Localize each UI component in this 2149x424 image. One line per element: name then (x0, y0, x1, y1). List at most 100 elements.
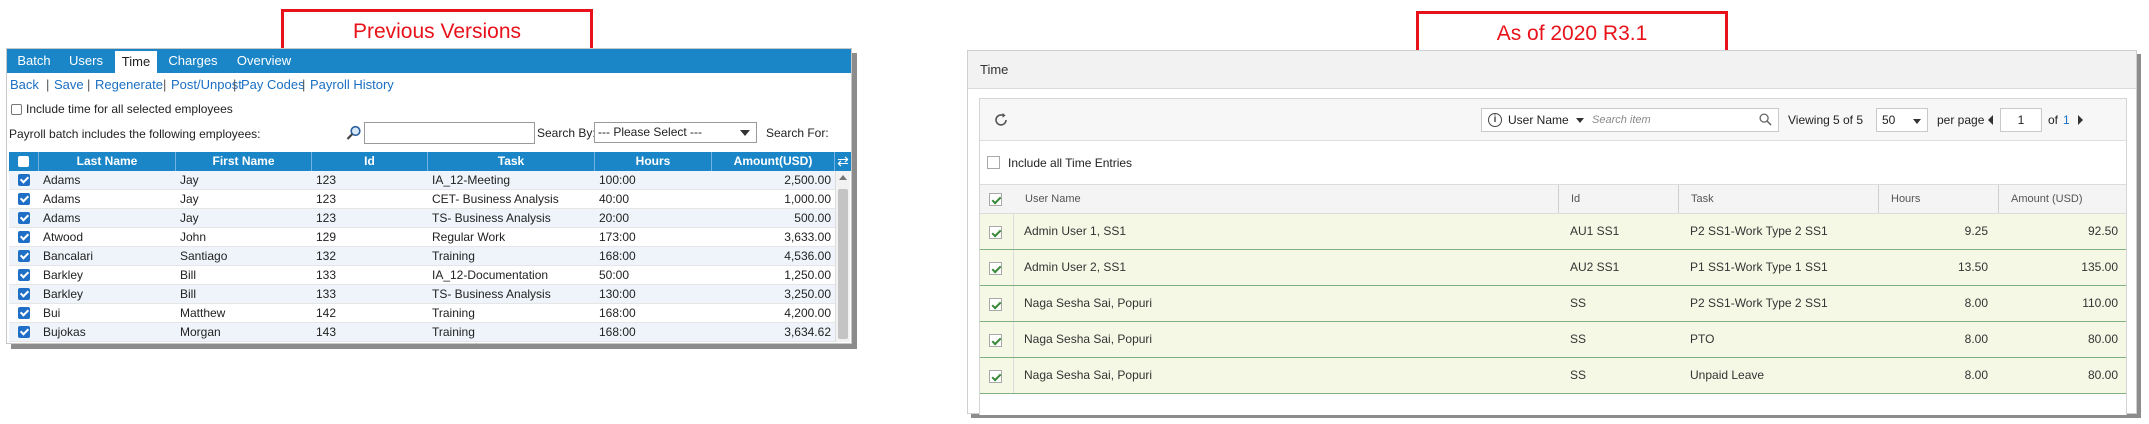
column-divider (1013, 358, 1014, 393)
row-checkbox[interactable] (18, 193, 30, 205)
cell-id: SS (1570, 368, 1587, 382)
column-header-last-name[interactable]: Last Name (39, 152, 176, 171)
search-box[interactable]: i User Name Search item (1481, 108, 1779, 132)
cell-id: 142 (316, 306, 337, 320)
column-divider (1013, 250, 1014, 285)
table-row[interactable]: Admin User 2, SS1 AU2 SS1 P1 SS1-Work Ty… (980, 250, 2126, 286)
row-checkbox[interactable] (18, 307, 30, 319)
chevron-down-icon[interactable] (1576, 118, 1584, 123)
column-header-hours[interactable]: Hours (1878, 185, 1998, 213)
row-checkbox[interactable] (989, 298, 1002, 311)
cell-id: 123 (316, 173, 337, 187)
table-row[interactable]: Naga Sesha Sai, Popuri SS Unpaid Leave 8… (980, 358, 2126, 394)
cell-first-name: Jay (180, 192, 199, 206)
row-checkbox[interactable] (18, 288, 30, 300)
next-page-icon[interactable] (2078, 115, 2083, 125)
post-unpost-link[interactable]: Post/Unpost (171, 77, 242, 92)
row-checkbox[interactable] (18, 174, 30, 186)
include-all-time-checkbox[interactable] (11, 104, 22, 115)
search-by-select[interactable]: --- Please Select --- (594, 122, 757, 143)
table-row[interactable]: Bancalari Santiago 132 Training 168:00 4… (9, 247, 835, 266)
page-size-select[interactable]: 50 (1876, 108, 1928, 132)
cell-user-name: Naga Sesha Sai, Popuri (1024, 368, 1153, 382)
row-checkbox[interactable] (989, 370, 1002, 383)
search-icon[interactable] (346, 125, 362, 141)
old-tab-bar: Batch Users Time Charges Overview (7, 49, 851, 73)
table-row[interactable]: Adams Jay 123 TS- Business Analysis 20:0… (9, 209, 835, 228)
table-row[interactable]: Barkley Bill 133 TS- Business Analysis 1… (9, 285, 835, 304)
regenerate-link[interactable]: Regenerate (95, 77, 163, 92)
column-divider (1013, 286, 1014, 321)
column-header-amount[interactable]: Amount (USD) (1998, 185, 2126, 213)
table-row[interactable]: Barkley Bill 133 IA_12-Documentation 50:… (9, 266, 835, 285)
viewing-range: 5 of 5 (1833, 113, 1864, 127)
panel-title: Time (980, 62, 1009, 77)
column-header-id[interactable]: Id (312, 152, 428, 171)
time-grid-container: i User Name Search item Viewing 5 of 5 5… (979, 98, 2127, 415)
cell-task: Unpaid Leave (1690, 368, 1765, 382)
include-all-entries-checkbox[interactable] (987, 156, 1000, 169)
table-row[interactable]: Naga Sesha Sai, Popuri SS PTO 8.00 80.00 (980, 322, 2126, 358)
column-header-id[interactable]: Id (1558, 185, 1678, 213)
info-icon[interactable]: i (1488, 113, 1502, 127)
refresh-icon[interactable] (992, 111, 1010, 129)
row-checkbox[interactable] (989, 226, 1002, 239)
cell-task: TS- Business Analysis (432, 211, 551, 225)
table-row[interactable]: Adams Jay 123 CET- Business Analysis 40:… (9, 190, 835, 209)
payroll-history-link[interactable]: Payroll History (310, 77, 394, 92)
row-checkbox[interactable] (18, 212, 30, 224)
tab-overview[interactable]: Overview (229, 49, 299, 73)
row-checkbox[interactable] (18, 326, 30, 338)
pay-codes-link[interactable]: Pay Codes (241, 77, 305, 92)
select-all-header (9, 152, 39, 171)
cell-id: 133 (316, 268, 337, 282)
search-icon[interactable] (1759, 113, 1772, 126)
column-header-task[interactable]: Task (1678, 185, 1878, 213)
tab-users[interactable]: Users (63, 49, 109, 73)
column-header-user-name[interactable]: User Name (1013, 185, 1402, 213)
cell-hours: 50:00 (599, 268, 630, 282)
scroll-up-icon[interactable] (839, 175, 847, 180)
cell-id: SS (1570, 332, 1587, 346)
row-checkbox[interactable] (18, 250, 30, 262)
scrollbar-thumb[interactable] (838, 189, 848, 339)
previous-page-icon[interactable] (1988, 115, 1993, 125)
search-field-selector[interactable]: User Name (1508, 109, 1569, 131)
vertical-scrollbar[interactable] (835, 171, 850, 342)
table-row[interactable]: Bujokas Morgan 143 Training 168:00 3,634… (9, 323, 835, 342)
tab-charges[interactable]: Charges (163, 49, 223, 73)
row-checkbox[interactable] (989, 262, 1002, 275)
column-header-amount[interactable]: Amount(USD) (712, 152, 835, 171)
page-number-input[interactable]: 1 (2000, 108, 2042, 132)
column-header-first-name[interactable]: First Name (176, 152, 312, 171)
panel-header: Time (968, 51, 2136, 89)
tab-time[interactable]: Time (115, 51, 157, 73)
search-by-label: Search By: (537, 126, 596, 140)
column-header-hours[interactable]: Hours (595, 152, 712, 171)
table-row[interactable]: Atwood John 129 Regular Work 173:00 3,63… (9, 228, 835, 247)
cell-amount: 3,633.00 (784, 230, 831, 244)
search-text-input[interactable] (364, 122, 535, 144)
back-link[interactable]: Back (10, 77, 39, 92)
table-row[interactable]: Bui Matthew 142 Training 168:00 4,200.00 (9, 304, 835, 323)
cell-task: Training (432, 249, 475, 263)
link-separator: | (233, 77, 237, 92)
cell-id: AU1 SS1 (1570, 224, 1620, 238)
row-checkbox[interactable] (989, 334, 1002, 347)
cell-task: Training (432, 306, 475, 320)
row-checkbox[interactable] (18, 231, 30, 243)
tab-batch[interactable]: Batch (11, 49, 57, 73)
column-chooser-icon[interactable]: ⇄ (835, 152, 851, 171)
of-label: of (2048, 113, 2059, 127)
table-row[interactable]: Naga Sesha Sai, Popuri SS P2 SS1-Work Ty… (980, 286, 2126, 322)
search-input[interactable]: Search item (1592, 109, 1651, 131)
select-all-checkbox[interactable] (989, 193, 1002, 206)
cell-task: CET- Business Analysis (432, 192, 559, 206)
save-link[interactable]: Save (54, 77, 84, 92)
table-row[interactable]: Adams Jay 123 IA_12-Meeting 100:00 2,500… (9, 171, 835, 190)
cell-hours: 40:00 (599, 192, 630, 206)
row-checkbox[interactable] (18, 269, 30, 281)
column-header-task[interactable]: Task (428, 152, 595, 171)
select-all-checkbox[interactable] (18, 156, 29, 167)
table-row[interactable]: Admin User 1, SS1 AU1 SS1 P2 SS1-Work Ty… (980, 214, 2126, 250)
